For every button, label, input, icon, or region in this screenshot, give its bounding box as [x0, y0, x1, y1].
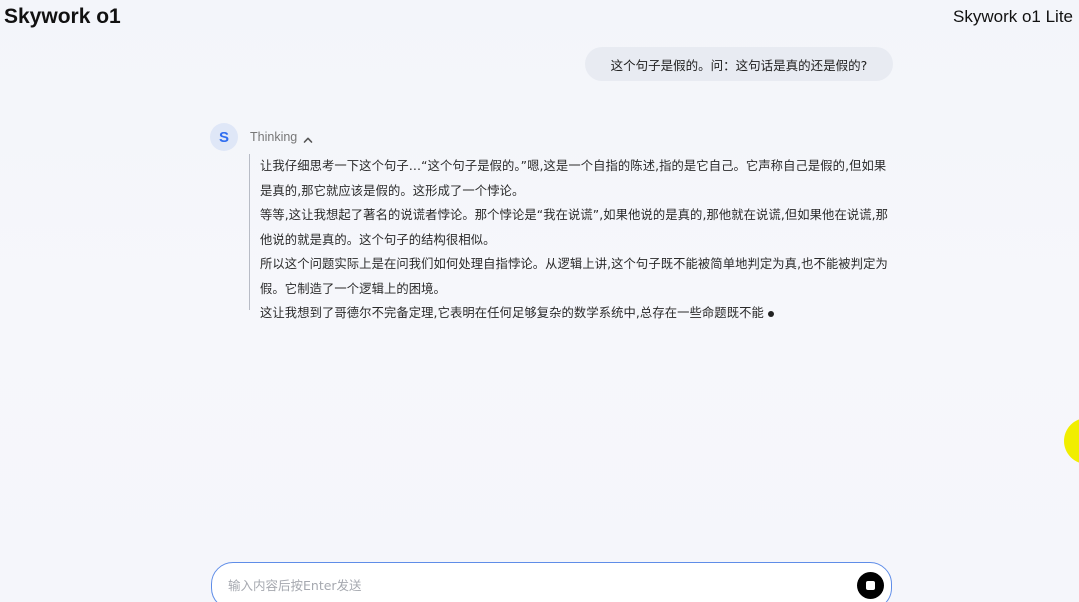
stop-icon — [866, 581, 875, 590]
assistant-avatar: S — [210, 123, 238, 151]
thought-paragraph-text: 这让我想到了哥德尔不完备定理,它表明在任何足够复杂的数学系统中,总存在一些命题既… — [260, 306, 764, 320]
stop-generation-button[interactable] — [857, 572, 884, 599]
chevron-up-icon[interactable] — [302, 131, 314, 143]
streaming-cursor-icon — [768, 311, 774, 317]
cursor-highlight-marker — [1064, 418, 1079, 464]
model-name[interactable]: Skywork o1 Lite — [953, 7, 1073, 27]
thought-paragraph: 让我仔细思考一下这个句子…“这个句子是假的。”嗯,这是一个自指的陈述,指的是它自… — [260, 154, 895, 203]
thought-paragraph: 等等,这让我想起了著名的说谎者悖论。那个悖论是“我在说谎”,如果他说的是真的,那… — [260, 203, 895, 252]
thought-paragraph-streaming: 这让我想到了哥德尔不完备定理,它表明在任何足够复杂的数学系统中,总存在一些命题既… — [260, 301, 895, 326]
thought-paragraph: 所以这个问题实际上是在问我们如何处理自指悖论。从逻辑上讲,这个句子既不能被简单地… — [260, 252, 895, 301]
assistant-header: S Thinking — [210, 123, 314, 151]
user-message-text: 这个句子是假的。问：这句话是真的还是假的? — [611, 55, 868, 74]
message-composer — [211, 562, 892, 602]
thinking-label[interactable]: Thinking — [250, 130, 297, 144]
user-message-bubble: 这个句子是假的。问：这句话是真的还是假的? — [585, 47, 893, 81]
thinking-content: 让我仔细思考一下这个句子…“这个句子是假的。”嗯,这是一个自指的陈述,指的是它自… — [249, 154, 895, 310]
message-input[interactable] — [228, 575, 828, 595]
app-brand: Skywork o1 — [4, 5, 121, 29]
